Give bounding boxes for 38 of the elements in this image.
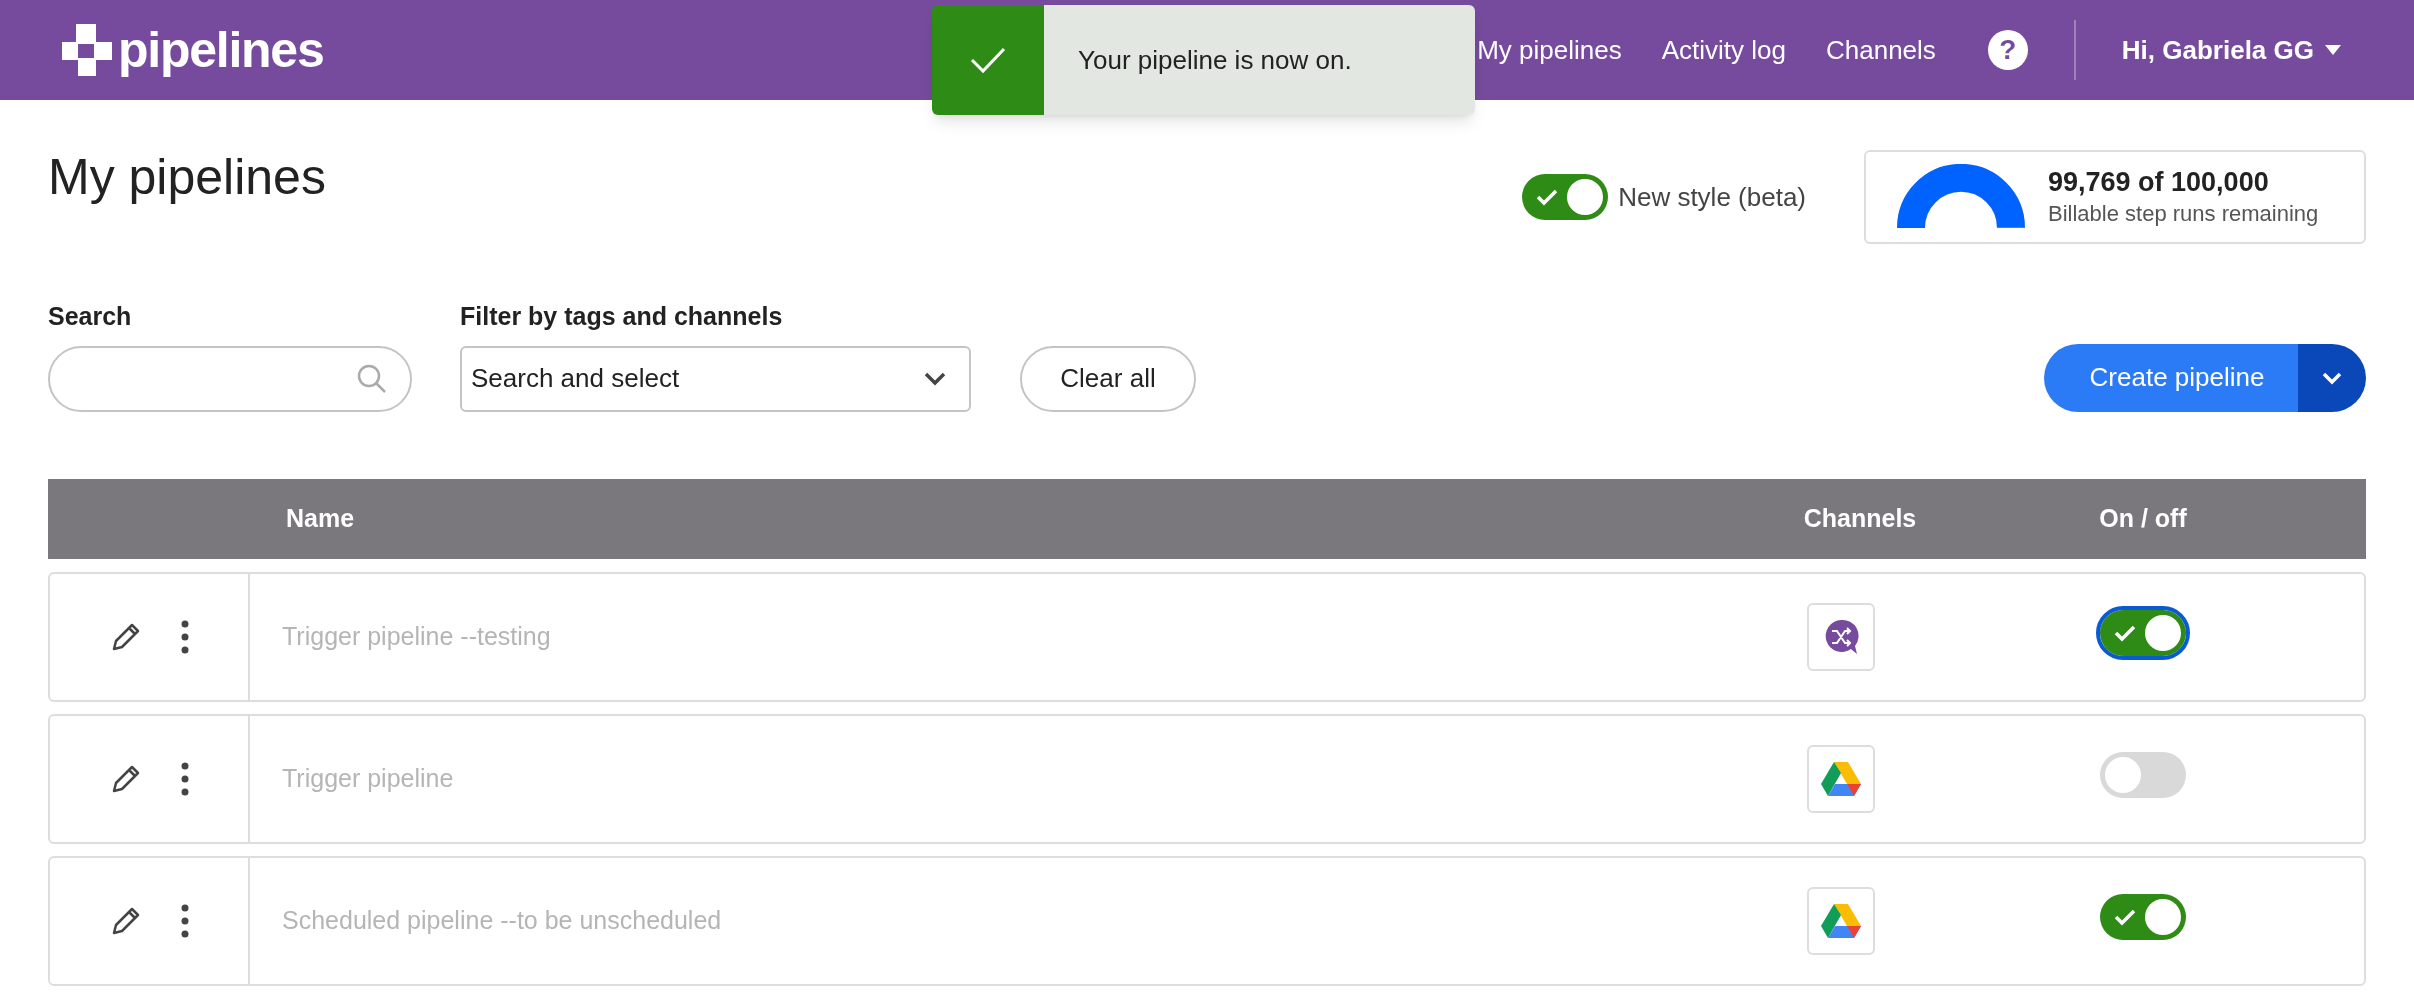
search-field[interactable] — [48, 345, 412, 412]
caret-icon — [2324, 44, 2342, 56]
user-menu[interactable]: Hi, Gabriela GG — [2121, 30, 2342, 70]
toast-message: Your pipeline is now on. — [1078, 43, 1352, 77]
check-icon — [2114, 908, 2136, 926]
drive-icon — [1821, 902, 1861, 939]
usage-reading: 99,769 of 100,000 — [2048, 166, 2270, 200]
field-label: Search — [48, 301, 133, 332]
toggle-switch[interactable] — [2100, 752, 2186, 798]
page-title: My pipelines — [48, 152, 326, 202]
filter-dropdown[interactable]: Search and select — [460, 345, 971, 412]
toggle-switch[interactable] — [2100, 894, 2186, 940]
search-icon — [356, 362, 388, 395]
nav-link[interactable]: My pipelines — [1477, 30, 1622, 70]
column-header: Channels — [1802, 502, 1918, 534]
column-header: Name — [286, 502, 355, 534]
clear-all-button[interactable]: Clear all — [1020, 345, 1196, 412]
more-options-icon[interactable] — [181, 761, 189, 796]
create-pipeline-button[interactable]: Create pipeline — [2044, 343, 2298, 412]
chevron-down-icon — [923, 370, 947, 387]
toggle-switch[interactable] — [1522, 174, 1609, 220]
more-options-icon[interactable] — [181, 903, 189, 938]
usage-caption: Billable step runs remaining — [2048, 200, 2319, 228]
chevron-down-icon — [2321, 370, 2343, 385]
toggle-label: New style (beta) — [1618, 180, 1806, 214]
dropdown-placeholder: Search and select — [471, 362, 680, 395]
nav-link[interactable]: Activity log — [1661, 30, 1786, 70]
nav-link[interactable]: Channels — [1825, 30, 1936, 70]
field-label: Filter by tags and channels — [460, 301, 784, 332]
logo-text: pipelines — [118, 25, 324, 75]
column-header: On / off — [2098, 502, 2188, 534]
check-icon — [2114, 624, 2136, 642]
drive-icon — [1821, 760, 1861, 797]
more-options-icon[interactable] — [181, 619, 189, 654]
logo-icon — [62, 24, 112, 76]
check-icon — [1536, 188, 1559, 206]
help-icon[interactable]: ? — [1987, 30, 2028, 70]
create-options-button[interactable] — [2298, 343, 2366, 412]
